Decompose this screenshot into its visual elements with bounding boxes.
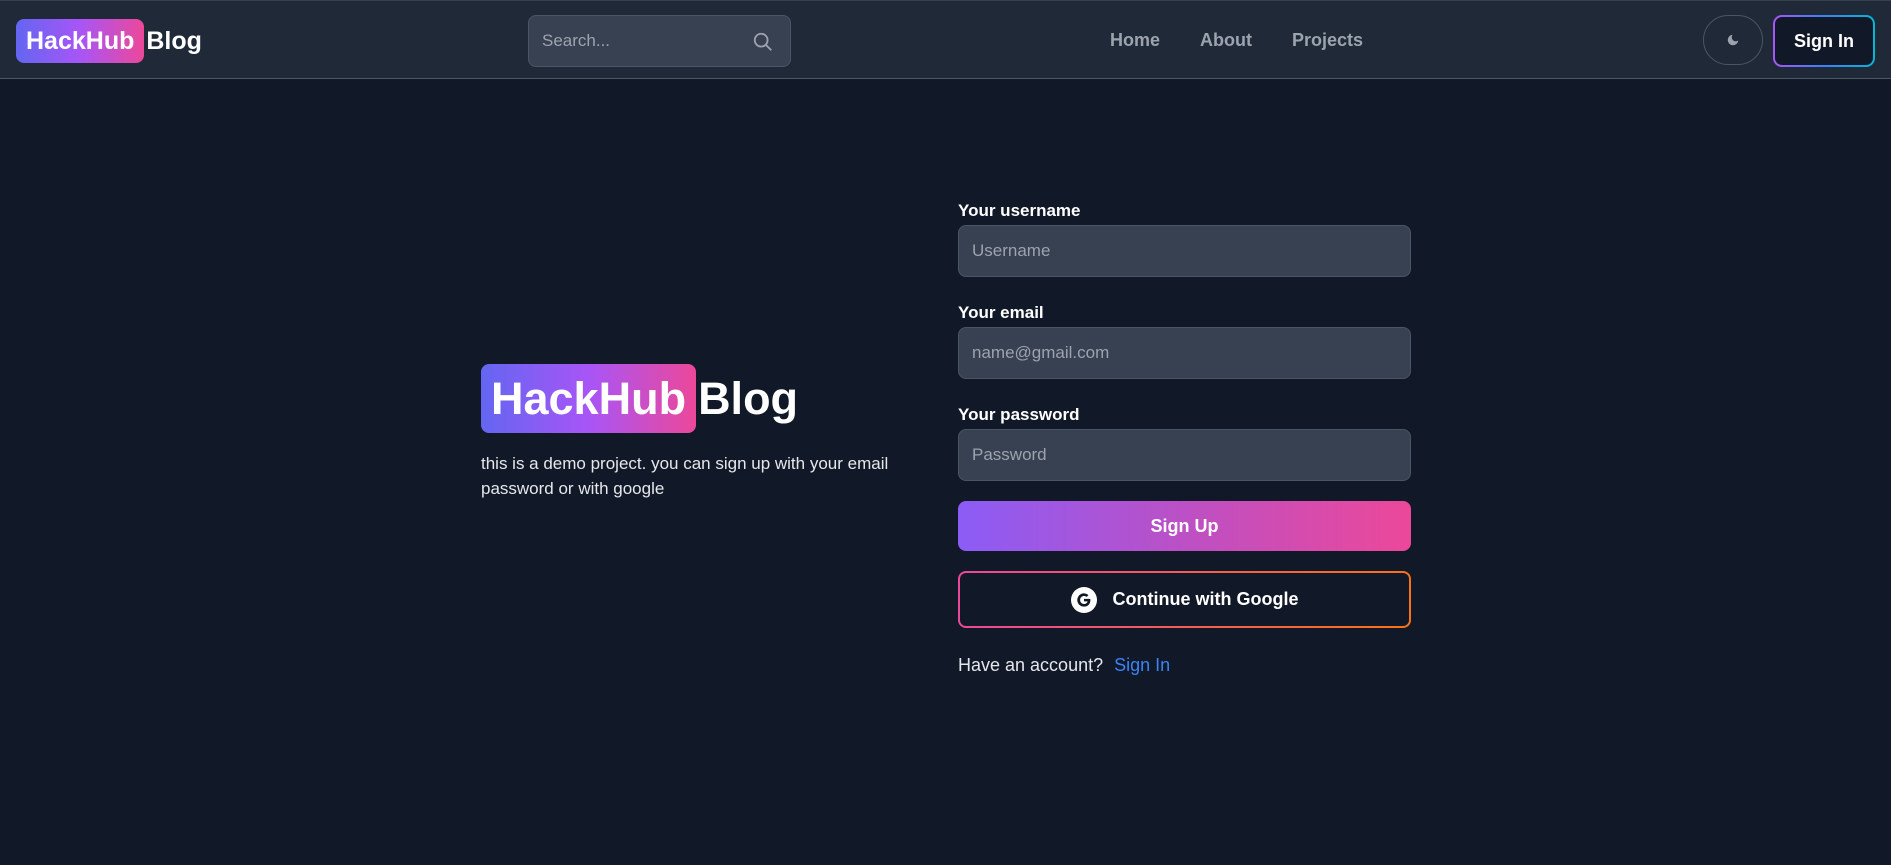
google-signin-button[interactable]: Continue with Google: [958, 571, 1411, 628]
hero-description: this is a demo project. you can sign up …: [481, 454, 889, 498]
email-label: Your email: [958, 303, 1044, 322]
nav-about-link[interactable]: About: [1200, 30, 1252, 51]
password-label: Your password: [958, 405, 1080, 424]
moon-icon: [1727, 34, 1739, 46]
email-field[interactable]: [959, 328, 1410, 378]
theme-toggle-button[interactable]: [1703, 15, 1763, 65]
hero-logo: HackHub Blog: [481, 364, 798, 433]
nav-home-link[interactable]: Home: [1110, 30, 1160, 51]
site-logo[interactable]: HackHub Blog: [16, 19, 202, 63]
password-field[interactable]: [959, 430, 1410, 480]
search-box: [528, 15, 791, 67]
signin-link[interactable]: Sign In: [1114, 655, 1170, 675]
search-input[interactable]: [529, 16, 790, 66]
header-signin-label: Sign In: [1775, 17, 1873, 65]
account-text: Have an account?: [958, 655, 1104, 675]
logo-badge: HackHub: [16, 19, 145, 63]
google-icon: [1070, 586, 1097, 613]
password-field-wrapper: [958, 429, 1411, 481]
header-signin-button[interactable]: Sign In: [1773, 15, 1875, 67]
email-field-wrapper: [958, 327, 1411, 379]
main-nav: Home About Projects: [1110, 1, 1403, 80]
logo-text: Blog: [146, 26, 202, 55]
navbar: HackHub Blog Home About Projects Sign In: [0, 0, 1891, 79]
hero-logo-badge: HackHub: [481, 364, 697, 433]
username-field-wrapper: [958, 225, 1411, 277]
nav-projects-link[interactable]: Projects: [1292, 30, 1363, 51]
google-button-label: Continue with Google: [1112, 589, 1299, 609]
account-prompt: Have an account? Sign In: [958, 655, 1170, 676]
google-button-inner: Continue with Google: [960, 573, 1409, 626]
signup-button[interactable]: Sign Up: [958, 501, 1411, 551]
hero-logo-text: Blog: [698, 372, 799, 424]
username-field[interactable]: [959, 226, 1410, 276]
username-label: Your username: [958, 201, 1081, 220]
search-icon[interactable]: [752, 31, 774, 53]
